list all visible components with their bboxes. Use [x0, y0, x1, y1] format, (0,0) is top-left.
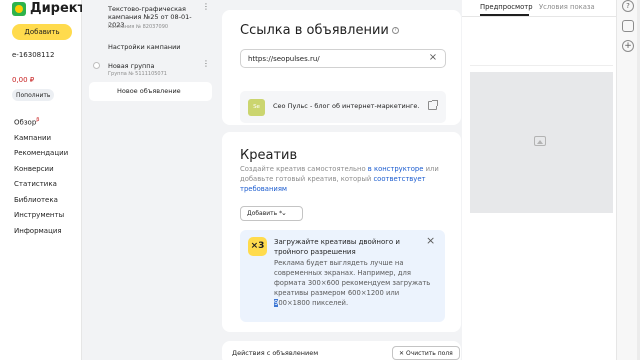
constructor-link[interactable]: в конструкторе	[368, 165, 424, 173]
actions-label: Действия с объявлением	[232, 349, 319, 357]
image-icon	[534, 136, 546, 146]
preview-panel: Предпросмотр Условия показа	[462, 0, 616, 360]
nav-item-label: Рекомендации	[14, 149, 69, 158]
new-ad-item[interactable]: Новое объявление	[89, 82, 212, 101]
clear-fields-button[interactable]: ✕ Очистить поля	[392, 346, 460, 360]
nav-item-label: Статистика	[14, 180, 57, 189]
nav-item-label: Инструменты	[14, 211, 65, 220]
link-card: Ссылка в объявлении? × Se Сео Пульс - бл…	[222, 10, 461, 125]
group-more-icon[interactable]: ⋮	[202, 60, 210, 68]
tip-body-text: 00×1800 пикселей.	[278, 299, 349, 307]
nav-item-label: Кампании	[14, 133, 52, 142]
url-input[interactable]	[240, 49, 446, 68]
group-name[interactable]: Новая группа	[108, 62, 155, 70]
link-card-title-text: Ссылка в объявлении	[240, 23, 389, 38]
nav-item-label: Библиотека	[14, 195, 58, 204]
tip-title: Загружайте креативы двойного и тройного …	[274, 238, 400, 256]
nav-item-library[interactable]: Библиотека	[14, 196, 68, 204]
campaign-number: Кампания № 82037090	[108, 24, 169, 30]
beta-badge: β	[36, 117, 40, 123]
chat-icon[interactable]	[622, 20, 634, 32]
nav-item-overview[interactable]: Обзорβ	[14, 116, 68, 126]
chevron-down-icon: ⌄	[281, 209, 287, 217]
tab-preview[interactable]: Предпросмотр	[480, 3, 533, 11]
nav-item-recommendations[interactable]: Рекомендации	[14, 149, 68, 157]
site-preview: Se Сео Пульс - блог об интернет-маркетин…	[240, 91, 446, 123]
close-icon[interactable]: ×	[426, 234, 435, 247]
direct-logo[interactable]: Директ	[12, 1, 85, 16]
account-login[interactable]: e-16308112	[12, 51, 54, 59]
nav-item-campaigns[interactable]: Кампании	[14, 134, 68, 142]
external-link-icon[interactable]	[428, 100, 438, 110]
nav-item-label: Конверсии	[14, 164, 54, 173]
site-favicon-icon: Se	[248, 99, 265, 116]
group-radio-icon[interactable]	[93, 62, 100, 69]
preview-image-placeholder	[470, 72, 613, 213]
campaign-settings-link[interactable]: Настройки кампании	[108, 43, 181, 51]
main-navigation: Директ Добавить e-16308112 0,00 ₽ Пополн…	[0, 0, 85, 360]
nav-menu: Обзорβ Кампании Рекомендации Конверсии С…	[14, 116, 68, 242]
add-button[interactable]: Добавить	[12, 24, 72, 40]
side-toolbar: ? +	[616, 0, 640, 360]
account-balance: 0,00 ₽	[12, 76, 35, 84]
topup-button[interactable]: Пополнить	[12, 89, 55, 101]
campaign-tree: Текстово-графическая кампания №25 от 08-…	[82, 0, 222, 360]
campaign-more-icon[interactable]: ⋮	[202, 3, 210, 11]
resolution-tip: ×3 Загружайте креативы двойного и тройно…	[240, 230, 445, 322]
add-creative-dropdown[interactable]: Добавить *	[240, 206, 304, 221]
nav-item-label: Информация	[14, 226, 62, 235]
help-icon[interactable]: ?	[622, 0, 634, 12]
creative-description: Создайте креатив самостоятельно в констр…	[240, 164, 450, 194]
nav-item-label: Обзор	[14, 118, 37, 127]
nav-item-information[interactable]: Информация	[14, 227, 68, 235]
nav-item-tools[interactable]: Инструменты	[14, 211, 68, 219]
actions-card: Действия с объявлением ✕ Очистить поля	[222, 341, 461, 360]
info-icon[interactable]: ?	[391, 27, 399, 34]
desc-text: Создайте креатив самостоятельно	[240, 165, 368, 173]
tabs-divider	[462, 16, 616, 17]
tip-body: Реклама будет выглядеть лучше на совреме…	[274, 258, 434, 308]
creative-card-title: Креатив	[240, 148, 298, 163]
group-number: Группа № 5111105071	[108, 71, 167, 77]
direct-logo-icon	[12, 1, 26, 16]
creative-card: Креатив Создайте креатив самостоятельно …	[222, 132, 461, 332]
x3-badge-icon: ×3	[248, 237, 267, 256]
tip-body-text: Реклама будет выглядеть лучше на совреме…	[274, 259, 431, 297]
clear-fields-label: Очистить поля	[405, 349, 453, 357]
preview-header-placeholder	[470, 20, 613, 66]
new-ad-label: Новое объявление	[117, 87, 181, 95]
site-preview-title: Сео Пульс - блог об интернет-маркетинге.	[273, 102, 420, 110]
plus-icon[interactable]: +	[622, 40, 634, 52]
link-card-title: Ссылка в объявлении?	[240, 23, 399, 38]
nav-item-conversions[interactable]: Конверсии	[14, 165, 68, 173]
logo-text: Директ	[30, 1, 86, 16]
tab-conditions[interactable]: Условия показа	[539, 3, 595, 11]
nav-item-statistics[interactable]: Статистика	[14, 180, 68, 188]
clear-url-icon[interactable]: ×	[427, 52, 439, 64]
